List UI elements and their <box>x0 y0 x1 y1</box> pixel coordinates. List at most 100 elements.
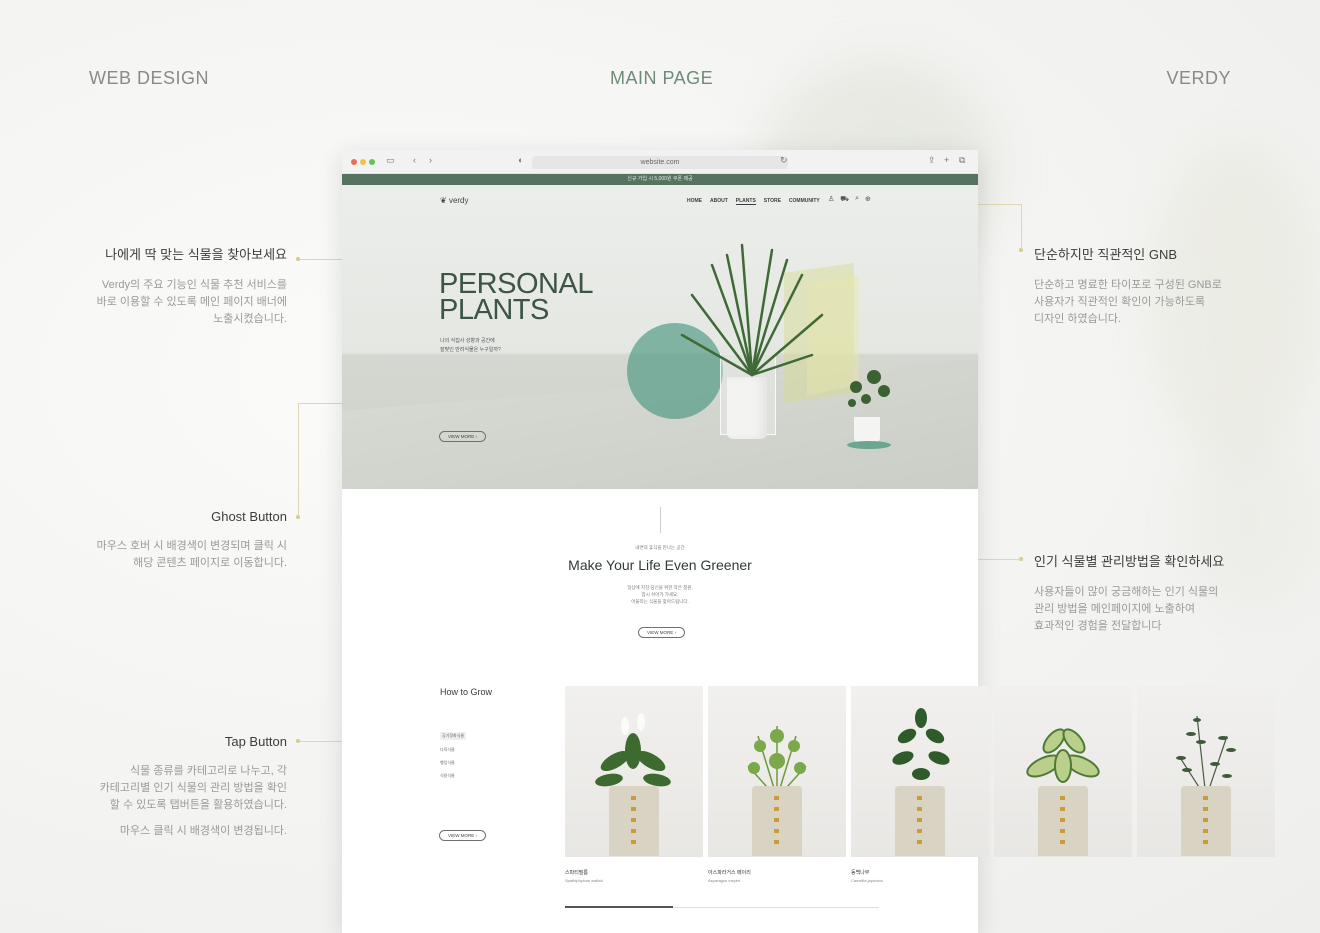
hero-subtitle: 나의 식집사 성향과 공간에 잘맞인 반려식물은 누구일까? <box>440 337 520 355</box>
plant-scientific-name: Asparagus meyeri <box>708 878 741 883</box>
button-label: VIEW MORE <box>448 434 475 439</box>
hero-subtitle-line: 나의 식집사 성향과 공간에 <box>440 338 495 344</box>
plant-pot <box>1038 786 1088 856</box>
annotation-line: 노출시켰습니다. <box>213 313 287 325</box>
gnb: HOME ABOUT PLANTS STORE COMMUNITY <box>687 198 820 205</box>
annotation-gnb: 단순하지만 직관적인 GNB 단순하고 명료한 타이포로 구성된 GNB로 사용… <box>1034 244 1254 328</box>
hero-banner: ❦ verdy HOME ABOUT PLANTS STORE COMMUNIT… <box>342 185 978 489</box>
nav-community[interactable]: COMMUNITY <box>789 198 820 205</box>
plant-card-caption: 아스파라거스 메이리 Asparagus meyeri <box>708 869 751 883</box>
olive-tree-illustration <box>1176 715 1236 798</box>
annotation-line: 해당 콘텐츠 페이지로 이동합니다. <box>133 557 287 569</box>
annotation-line: 식물 종류를 카테고리로 나누고, 각 <box>130 765 287 777</box>
pilea-plant-illustration <box>848 370 890 407</box>
tabs-icon[interactable]: ⧉ <box>959 155 965 166</box>
plant-card[interactable] <box>708 686 846 857</box>
share-icon[interactable]: ⇪ <box>928 155 936 166</box>
carousel-scrollbar[interactable] <box>565 906 879 908</box>
shield-icon[interactable]: ◐ <box>518 155 523 165</box>
leaf-logo-icon: ❦ <box>440 196 447 205</box>
plant-card-caption: 동백나무 Camellia japonica <box>851 869 883 883</box>
camellia-illustration <box>892 708 950 780</box>
plant-name: 스파티필름 <box>565 870 589 876</box>
forward-icon[interactable]: › <box>429 155 432 165</box>
plant-name: 아스파라거스 메이리 <box>708 870 751 876</box>
annotation-line: 할 수 있도록 탭버튼을 활용하였습니다. <box>109 799 287 811</box>
annotation-title: Tap Button <box>224 734 287 749</box>
annotation-ghost: Ghost Button 마우스 호버 시 배경색이 변경되며 클릭 시 해당 … <box>67 509 287 572</box>
plant-pot <box>1181 786 1231 856</box>
user-icon[interactable]: ♙ <box>828 195 834 204</box>
annotation-body: 사용자들이 많이 궁금해하는 인기 식물의 관리 방법을 메인페이지에 노출하여… <box>1034 584 1254 635</box>
nav-home[interactable]: HOME <box>687 198 702 205</box>
minimize-window-button[interactable] <box>360 159 366 165</box>
annotation-title: 나에게 딱 맞는 식물을 찾아보세요 <box>105 247 287 262</box>
site-logo-text: verdy <box>448 196 469 205</box>
tab-hanging[interactable]: 행잉식물 <box>440 760 466 766</box>
close-window-button[interactable] <box>351 159 357 165</box>
category-tabs: 공기정화식물 다육식물 행잉식물 식용식물 <box>440 732 467 786</box>
browser-toolbar: ▭ ‹ › ◐ website.com ↻ ⇪ + ⧉ <box>342 150 978 174</box>
promo-bar[interactable]: 신규 가입 시 5,000원 쿠폰 제공 <box>342 174 978 185</box>
cart-icon[interactable]: ⛟ <box>840 195 849 204</box>
intro-view-more-button[interactable]: VIEW MORE › <box>638 627 686 638</box>
new-tab-icon[interactable]: + <box>944 155 949 165</box>
connector-line <box>298 403 299 517</box>
back-icon[interactable]: ‹ <box>413 155 416 165</box>
carousel-scroll-thumb[interactable] <box>565 906 673 908</box>
annotation-line: 사용자들이 많이 궁금해하는 인기 식물의 <box>1034 586 1219 598</box>
plant-card[interactable] <box>565 686 703 857</box>
annotation-body: 식물 종류를 카테고리로 나누고, 각 카테고리별 인기 식물의 관리 방법을 … <box>67 763 287 840</box>
annotation-line: 관리 방법을 메인페이지에 노출하여 <box>1034 603 1195 615</box>
annotation-line: 카테고리별 인기 식물의 관리 방법을 확인 <box>99 782 287 794</box>
intro-title: Make Your Life Even Greener <box>568 557 752 573</box>
plant-card[interactable] <box>851 686 989 857</box>
tab-edible[interactable]: 식용식물 <box>440 773 466 779</box>
plant-scientific-name: Spathiphyllum wallisii <box>565 878 603 883</box>
annotation-line: 마우스 클릭 시 배경색이 변경됩니다. <box>119 825 287 837</box>
annotation-body: Verdy의 주요 기능인 식물 추천 서비스를 바로 이용할 수 있도록 메인… <box>67 277 287 328</box>
annotation-line: 사용자가 직관적인 확인이 가능하도록 <box>1034 296 1206 308</box>
header-left-label: WEB DESIGN <box>89 68 210 88</box>
annotation-care: 인기 식물별 관리방법을 확인하세요 사용자들이 많이 궁금해하는 인기 식물의… <box>1034 551 1254 635</box>
button-label: VIEW MORE <box>448 833 475 838</box>
how-to-grow-view-more-button[interactable]: VIEW MORE › <box>439 830 487 841</box>
intro-description-line: 어울리는 식물을 찾아드립니다. <box>631 599 689 604</box>
annotation-line: 마우스 호버 시 배경색이 변경되며 클릭 시 <box>96 540 287 552</box>
intro-section: 내면의 휴식을 만나는 공간 Make Your Life Even Green… <box>342 489 978 679</box>
header-right-label: VERDY <box>1166 68 1231 88</box>
saucer <box>847 441 891 449</box>
plant-card-caption: 스파티필름 Spathiphyllum wallisii <box>565 869 603 883</box>
globe-icon[interactable]: ⊕ <box>865 195 871 204</box>
intro-eyebrow: 내면의 휴식을 만나는 공간 <box>635 545 685 550</box>
button-label: VIEW MORE <box>647 630 674 635</box>
hero-subtitle-line: 잘맞인 반려식물은 누구일까? <box>440 347 501 353</box>
nav-about[interactable]: ABOUT <box>710 198 728 205</box>
nav-plants[interactable]: PLANTS <box>735 198 756 205</box>
hero-view-more-button[interactable]: VIEW MORE › <box>439 431 487 442</box>
annotation-line: 바로 이용할 수 있도록 메인 페이지 배너에 <box>96 296 287 308</box>
hero-title: PERSONAL PLANTS <box>439 270 593 325</box>
sidebar-icon[interactable]: ▭ <box>386 155 395 166</box>
section-divider <box>660 507 661 533</box>
plant-scientific-name: Camellia japonica <box>851 878 883 883</box>
asparagus-fern-illustration <box>747 726 807 798</box>
plant-card[interactable] <box>994 686 1132 857</box>
annotation-title: 인기 식물별 관리방법을 확인하세요 <box>1034 554 1225 569</box>
gnb-icons: ♙ ⛟ ⌕ ⊕ <box>828 195 871 204</box>
tab-air-purifying[interactable]: 공기정화식물 <box>440 732 467 740</box>
palm-plant-illustration <box>680 243 824 377</box>
reload-icon[interactable]: ↻ <box>780 155 788 166</box>
address-bar[interactable]: website.com <box>532 156 788 169</box>
maximize-window-button[interactable] <box>369 159 375 165</box>
annotation-line: 효과적인 경험을 전달합니다 <box>1034 620 1162 632</box>
connector-line <box>1021 204 1022 250</box>
intro-description: 일상에 지친 당신을 위한 작은 정원, 잠시 쉬어가 가세요. 어울리는 식물… <box>342 584 978 605</box>
tab-succulent[interactable]: 다육식물 <box>440 747 466 753</box>
annotation-tap: Tap Button 식물 종류를 카테고리로 나누고, 각 카테고리별 인기 … <box>67 734 287 840</box>
nav-store[interactable]: STORE <box>764 198 781 205</box>
annotation-body: 단순하고 명료한 타이포로 구성된 GNB로 사용자가 직관적인 확인이 가능하… <box>1034 277 1254 328</box>
plant-card[interactable] <box>1137 686 1275 857</box>
search-icon[interactable]: ⌕ <box>855 195 859 204</box>
site-logo[interactable]: ❦ verdy <box>440 196 469 205</box>
